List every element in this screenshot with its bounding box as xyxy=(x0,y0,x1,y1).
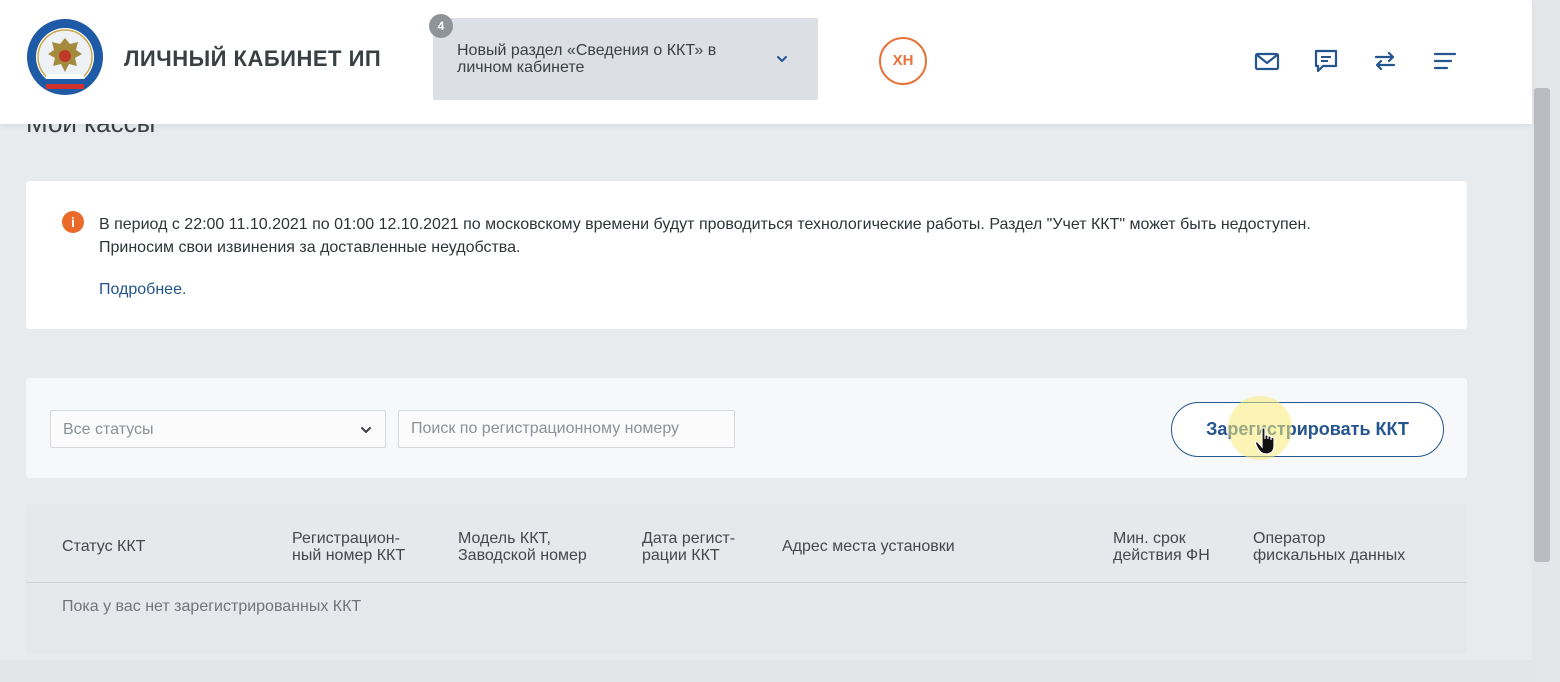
kkt-table: Статус ККТ Регистрацион- ный номер ККТ М… xyxy=(26,504,1467,654)
news-dropdown[interactable]: 4 Новый раздел «Сведения о ККТ» в личном… xyxy=(429,14,818,100)
page-bottom-area xyxy=(0,660,1532,682)
alert-line-2: Приносим свои извинения за доставленные … xyxy=(99,239,521,256)
status-filter-select[interactable]: Все статусы xyxy=(50,410,386,448)
chevron-down-icon[interactable] xyxy=(773,50,791,68)
mail-icon[interactable] xyxy=(1253,47,1281,75)
chat-icon[interactable] xyxy=(1312,47,1340,75)
column-header-model[interactable]: Модель ККТ, Заводской номер xyxy=(458,530,587,564)
column-header-ofd[interactable]: Оператор фискальных данных xyxy=(1253,530,1405,564)
chevron-down-icon xyxy=(357,421,375,439)
more-info-link[interactable]: Подробнее. xyxy=(99,281,186,299)
status-filter-value: Все статусы xyxy=(63,421,154,438)
top-header: ЛИЧНЫЙ КАБИНЕТ ИП 4 Новый раздел «Сведен… xyxy=(0,0,1532,124)
menu-icon[interactable] xyxy=(1431,47,1459,75)
column-header-reg-number[interactable]: Регистрацион- ный номер ККТ xyxy=(292,530,405,564)
column-header-reg-date[interactable]: Дата регист- рации ККТ xyxy=(642,530,735,564)
maintenance-alert: i В период с 22:00 11.10.2021 по 01:00 1… xyxy=(26,181,1467,329)
column-header-status[interactable]: Статус ККТ xyxy=(62,538,145,555)
info-icon: i xyxy=(62,211,84,233)
scrollbar-thumb[interactable] xyxy=(1534,88,1550,562)
alert-message: В период с 22:00 11.10.2021 по 01:00 12.… xyxy=(99,213,1439,259)
filter-bar: Все статусы Зарегистрировать ККТ xyxy=(26,378,1467,478)
registration-number-search-input[interactable] xyxy=(398,410,735,448)
column-header-address[interactable]: Адрес места установки xyxy=(782,538,955,555)
table-header-divider xyxy=(26,582,1467,583)
register-kkt-button[interactable]: Зарегистрировать ККТ xyxy=(1171,402,1444,457)
news-count-badge: 4 xyxy=(429,14,453,38)
user-avatar[interactable]: ХН xyxy=(879,37,927,85)
fns-emblem-logo[interactable] xyxy=(26,18,104,96)
alert-line-1: В период с 22:00 11.10.2021 по 01:00 12.… xyxy=(99,216,1311,233)
column-header-fn-term[interactable]: Мин. срок действия ФН xyxy=(1113,530,1210,564)
news-headline: Новый раздел «Сведения о ККТ» в личном к… xyxy=(457,42,717,76)
cabinet-title: ЛИЧНЫЙ КАБИНЕТ ИП xyxy=(124,46,382,71)
empty-table-message: Пока у вас нет зарегистрированных ККТ xyxy=(62,598,362,615)
swap-icon[interactable] xyxy=(1371,47,1399,75)
